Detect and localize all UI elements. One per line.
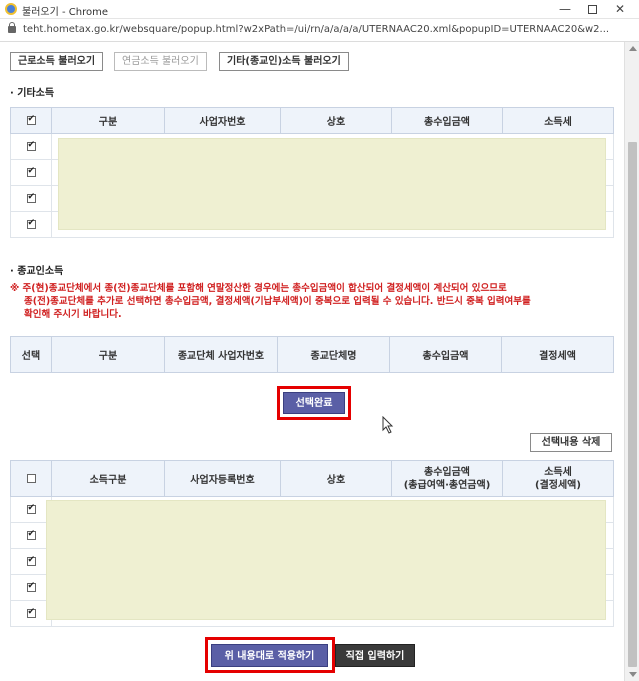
column-header: 사업자번호 (164, 107, 281, 134)
column-header: 소득세 (결정세액) (502, 460, 614, 497)
row-checkbox[interactable] (26, 555, 36, 566)
religious-income-header-row: 선택 구분 종교단체 사업자번호 종교단체명 총수입금액 결정세액 (10, 336, 614, 373)
select-all-checkbox[interactable] (26, 114, 36, 125)
column-header: 종교단체 사업자번호 (164, 336, 278, 373)
maximize-button[interactable] (577, 1, 607, 18)
column-header: 총수입금액 (389, 336, 502, 373)
notice-line: ※ 주(현)종교단체에서 종(전)종교단체를 포함해 연말정산한 경우에는 총수… (10, 283, 507, 294)
vertical-scrollbar[interactable] (624, 42, 639, 681)
apply-button[interactable]: 위 내용대로 적용하기 (211, 644, 328, 667)
lock-icon (8, 22, 16, 33)
other-income-header-row: 구분 사업자번호 상호 총수입금액 소득세 (10, 107, 614, 134)
window-title: 불러오기 - Chrome (22, 7, 108, 18)
column-header: 종교단체명 (277, 336, 390, 373)
duplicate-entry-notice: ※ 주(현)종교단체에서 종(전)종교단체를 포함해 연말정산한 경우에는 총수… (10, 282, 616, 321)
delete-selected-button[interactable]: 선택내용 삭제 (530, 433, 612, 452)
load-pension-income-button[interactable]: 연금소득 불러오기 (114, 52, 207, 71)
religious-income-title: 종교인소득 (10, 262, 63, 277)
popup-content: 근로소득 불러오기 연금소득 불러오기 기타(종교인)소득 불러오기 기타소득 … (0, 42, 624, 681)
other-income-title: 기타소득 (10, 84, 54, 99)
row-checkbox[interactable] (26, 529, 36, 540)
column-header: 소득세 (502, 107, 614, 134)
select-all-cell[interactable] (10, 460, 52, 497)
column-header: 구분 (51, 107, 165, 134)
chrome-app-icon (5, 3, 17, 15)
minimize-button[interactable]: — (550, 1, 580, 18)
religious-income-table: 선택 구분 종교단체 사업자번호 종교단체명 총수입금액 결정세액 (10, 336, 614, 373)
mouse-cursor-icon (382, 416, 394, 434)
column-header: 상호 (280, 107, 392, 134)
row-checkbox[interactable] (26, 218, 36, 229)
row-checkbox[interactable] (26, 140, 36, 151)
redacted-selected-rows (46, 500, 606, 620)
close-button[interactable]: ✕ (605, 1, 635, 18)
scroll-down-icon[interactable] (629, 672, 637, 677)
load-earned-income-button[interactable]: 근로소득 불러오기 (10, 52, 104, 71)
maximize-icon (587, 5, 597, 14)
column-header: 상호 (280, 460, 392, 497)
window-titlebar: 불러오기 - Chrome — ✕ (0, 0, 639, 19)
column-header: 구분 (51, 336, 165, 373)
row-checkbox[interactable] (26, 607, 36, 618)
scrollbar-thumb[interactable] (628, 142, 637, 667)
row-checkbox[interactable] (26, 581, 36, 592)
column-header: 선택 (10, 336, 52, 373)
column-header: 총수입금액 (391, 107, 503, 134)
row-checkbox[interactable] (26, 192, 36, 203)
column-header: 결정세액 (501, 336, 614, 373)
row-checkbox[interactable] (26, 503, 36, 514)
select-done-button[interactable]: 선택완료 (283, 392, 345, 414)
load-other-income-button[interactable]: 기타(종교인)소득 불러오기 (219, 52, 349, 71)
select-all-checkbox[interactable] (26, 473, 36, 483)
select-all-cell[interactable] (10, 107, 52, 134)
row-checkbox[interactable] (26, 166, 36, 177)
notice-line: 종(전)종교단체를 추가로 선택하면 총수입금액, 결정세액(기납부세액)이 중… (24, 296, 531, 307)
column-header: 총수입금액 (총급여액·총연금액) (391, 460, 503, 497)
column-header: 사업자등록번호 (164, 460, 281, 497)
address-bar[interactable]: teht.hometax.go.kr/websquare/popup.html?… (0, 19, 639, 42)
url-text[interactable]: teht.hometax.go.kr/websquare/popup.html?… (23, 24, 609, 35)
notice-line: 확인해 주시기 바랍니다. (24, 309, 122, 320)
direct-input-button[interactable]: 직접 입력하기 (335, 644, 415, 667)
column-header: 소득구분 (51, 460, 165, 497)
scroll-up-icon[interactable] (629, 46, 637, 51)
selected-items-header-row: 소득구분 사업자등록번호 상호 총수입금액 (총급여액·총연금액) 소득세 (결… (10, 460, 614, 497)
redacted-other-income-rows (58, 138, 606, 230)
